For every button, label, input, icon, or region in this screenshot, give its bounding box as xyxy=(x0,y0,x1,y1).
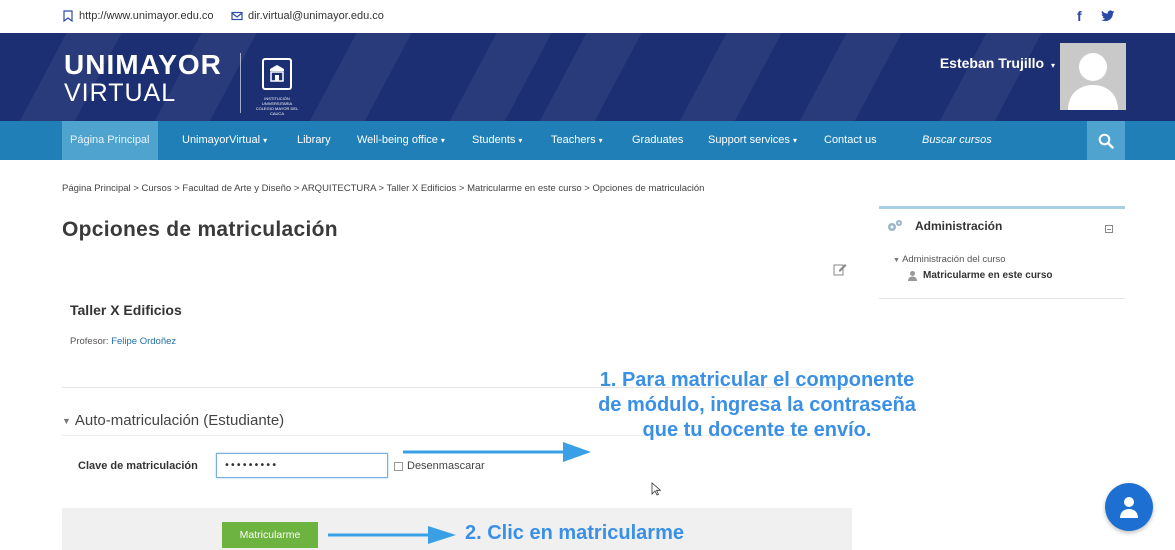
chevron-down-icon: ▾ xyxy=(598,136,603,145)
collapse-icon[interactable] xyxy=(1105,225,1113,233)
teacher-link[interactable]: Felipe Ordoñez xyxy=(111,336,176,347)
self-enrol-section-header[interactable]: ▼ Auto-matriculación (Estudiante) xyxy=(62,412,284,429)
gears-icon xyxy=(888,220,902,231)
nav-item-support[interactable]: Support services ▾ xyxy=(708,121,797,160)
search-input[interactable]: Buscar cursos xyxy=(922,121,992,160)
admin-course-node[interactable]: ▼ Administración del curso xyxy=(893,254,1006,265)
site-logo[interactable]: UNIMAYOR VIRTUAL xyxy=(64,51,222,106)
logo-line2: VIRTUAL xyxy=(64,79,177,107)
enrol-key-input[interactable] xyxy=(216,453,388,478)
twitter-icon[interactable] xyxy=(1101,10,1115,22)
annotation-step1: 1. Para matricular el componente de módu… xyxy=(598,369,916,441)
user-icon xyxy=(908,271,917,281)
nav-item-teachers[interactable]: Teachers ▾ xyxy=(551,121,603,160)
main-nav: Página Principal UnimayorVirtual ▾ Librar… xyxy=(0,121,1175,160)
search-button[interactable] xyxy=(1087,121,1125,160)
nav-item-library[interactable]: Library xyxy=(297,121,331,160)
search-icon xyxy=(1098,133,1114,149)
avatar[interactable] xyxy=(1060,43,1126,110)
administration-block: Administración ▼ Administración del curs… xyxy=(879,206,1125,299)
site-header: UNIMAYOR VIRTUAL INSTITUCIÓN UNIVERSITAR… xyxy=(0,33,1175,121)
email-link[interactable]: dir.virtual@unimayor.edu.co xyxy=(231,10,384,22)
chevron-down-icon: ▾ xyxy=(792,136,797,145)
facebook-icon[interactable]: f xyxy=(1077,8,1082,24)
page-title: Opciones de matriculación xyxy=(62,218,338,241)
institution-seal-icon xyxy=(262,58,292,90)
top-info-bar: http://www.unimayor.edu.co dir.virtual@u… xyxy=(0,0,1175,33)
enrol-me-button[interactable]: Matricularme xyxy=(222,522,318,548)
chevron-down-icon: ▾ xyxy=(1050,61,1055,70)
nav-item-wellbeing[interactable]: Well-being office ▾ xyxy=(357,121,445,160)
arrow-right-icon xyxy=(328,526,456,544)
triangle-down-icon: ▼ xyxy=(893,257,900,264)
email-text[interactable]: dir.virtual@unimayor.edu.co xyxy=(248,10,384,22)
admin-subtitle: Administración del curso xyxy=(902,254,1006,265)
user-icon xyxy=(1120,497,1138,518)
website-link[interactable]: http://www.unimayor.edu.co xyxy=(62,10,214,22)
section-title: Auto-matriculación (Estudiante) xyxy=(74,412,285,429)
course-name: Taller X Edificios xyxy=(70,302,182,318)
edit-icon[interactable] xyxy=(833,262,847,276)
user-name: Esteban Trujillo xyxy=(939,55,1045,71)
unmask-checkbox[interactable] xyxy=(394,461,403,471)
envelope-icon xyxy=(231,11,243,21)
website-text[interactable]: http://www.unimayor.edu.co xyxy=(79,10,214,22)
admin-header: Administración xyxy=(887,219,1002,233)
nav-item-unimayorvirtual[interactable]: UnimayorVirtual ▾ xyxy=(182,121,267,160)
nav-item-students[interactable]: Students ▾ xyxy=(472,121,522,160)
nav-item-contact[interactable]: Contact us xyxy=(824,121,877,160)
enrol-key-label: Clave de matriculación xyxy=(78,460,198,472)
admin-title: Administración xyxy=(915,219,1003,233)
nav-item-home[interactable]: Página Principal xyxy=(62,121,158,160)
arrow-right-icon xyxy=(403,442,591,462)
chevron-down-icon: ▾ xyxy=(263,136,268,145)
logo-divider xyxy=(240,53,241,113)
bookmark-icon xyxy=(63,10,73,22)
enrol-me-label: Matricularme en este curso xyxy=(923,270,1053,281)
logo-line1: UNIMAYOR xyxy=(64,49,222,80)
user-menu[interactable]: Esteban Trujillo ▾ xyxy=(940,55,1055,71)
annotation-step2: 2. Clic en matricularme xyxy=(465,522,684,544)
nav-item-graduates[interactable]: Graduates xyxy=(632,121,683,160)
breadcrumb[interactable]: Página Principal > Cursos > Facultad de … xyxy=(62,183,704,194)
triangle-down-icon: ▼ xyxy=(62,415,71,426)
mouse-cursor-icon xyxy=(651,482,661,496)
teacher-label: Profesor: xyxy=(70,336,109,347)
chevron-down-icon: ▾ xyxy=(440,136,445,145)
chat-button[interactable] xyxy=(1105,483,1153,531)
seal-caption: INSTITUCIÓN UNIVERSITARIA COLEGIO MAYOR … xyxy=(255,96,299,116)
enrol-me-link[interactable]: Matricularme en este curso xyxy=(907,270,1053,281)
chevron-down-icon: ▾ xyxy=(518,136,523,145)
teacher-line: Profesor: Felipe Ordoñez xyxy=(70,336,176,347)
